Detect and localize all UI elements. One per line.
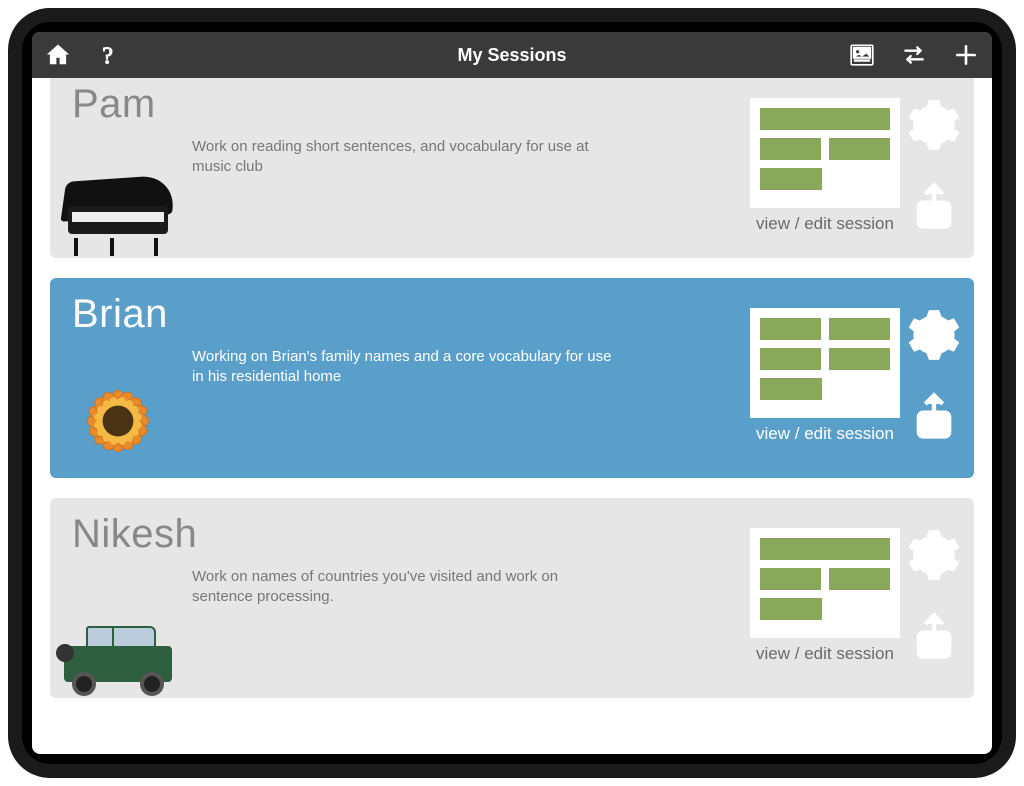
piano-icon: [58, 176, 178, 256]
share-button[interactable]: [906, 179, 962, 235]
session-description: Work on reading short sentences, and voc…: [192, 137, 612, 178]
view-edit-session-button[interactable]: view / edit session: [750, 308, 900, 444]
view-edit-label: view / edit session: [756, 644, 894, 664]
sunflower-icon: [63, 366, 173, 476]
session-thumb: [58, 596, 178, 696]
session-grid-icon: [750, 98, 900, 208]
session-card[interactable]: Nikesh Work on names of countries you've…: [50, 498, 974, 698]
toolbar: ? My Sessions: [32, 32, 992, 78]
session-grid-icon: [750, 528, 900, 638]
settings-button[interactable]: [906, 527, 962, 583]
session-thumb: [58, 156, 178, 256]
view-edit-label: view / edit session: [756, 424, 894, 444]
session-list: Pam Work on reading short sentences, and…: [32, 78, 992, 698]
session-description: Working on Brian's family names and a co…: [192, 347, 612, 388]
view-edit-session-button[interactable]: view / edit session: [750, 98, 900, 234]
share-button[interactable]: [906, 609, 962, 665]
session-grid-icon: [750, 308, 900, 418]
jeep-icon: [58, 616, 178, 696]
session-card[interactable]: Pam Work on reading short sentences, and…: [50, 78, 974, 258]
settings-button[interactable]: [906, 97, 962, 153]
session-thumb: [58, 376, 178, 476]
view-edit-label: view / edit session: [756, 214, 894, 234]
home-icon[interactable]: [44, 41, 72, 69]
photo-card-icon[interactable]: [848, 41, 876, 69]
settings-button[interactable]: [906, 307, 962, 363]
share-button[interactable]: [906, 389, 962, 445]
swap-icon[interactable]: [900, 41, 928, 69]
session-card[interactable]: Brian Working on Brian's family names an…: [50, 278, 974, 478]
view-edit-session-button[interactable]: view / edit session: [750, 528, 900, 664]
session-description: Work on names of countries you've visite…: [192, 567, 612, 608]
add-icon[interactable]: [952, 41, 980, 69]
help-icon[interactable]: ?: [96, 41, 124, 69]
svg-text:?: ?: [102, 44, 113, 68]
